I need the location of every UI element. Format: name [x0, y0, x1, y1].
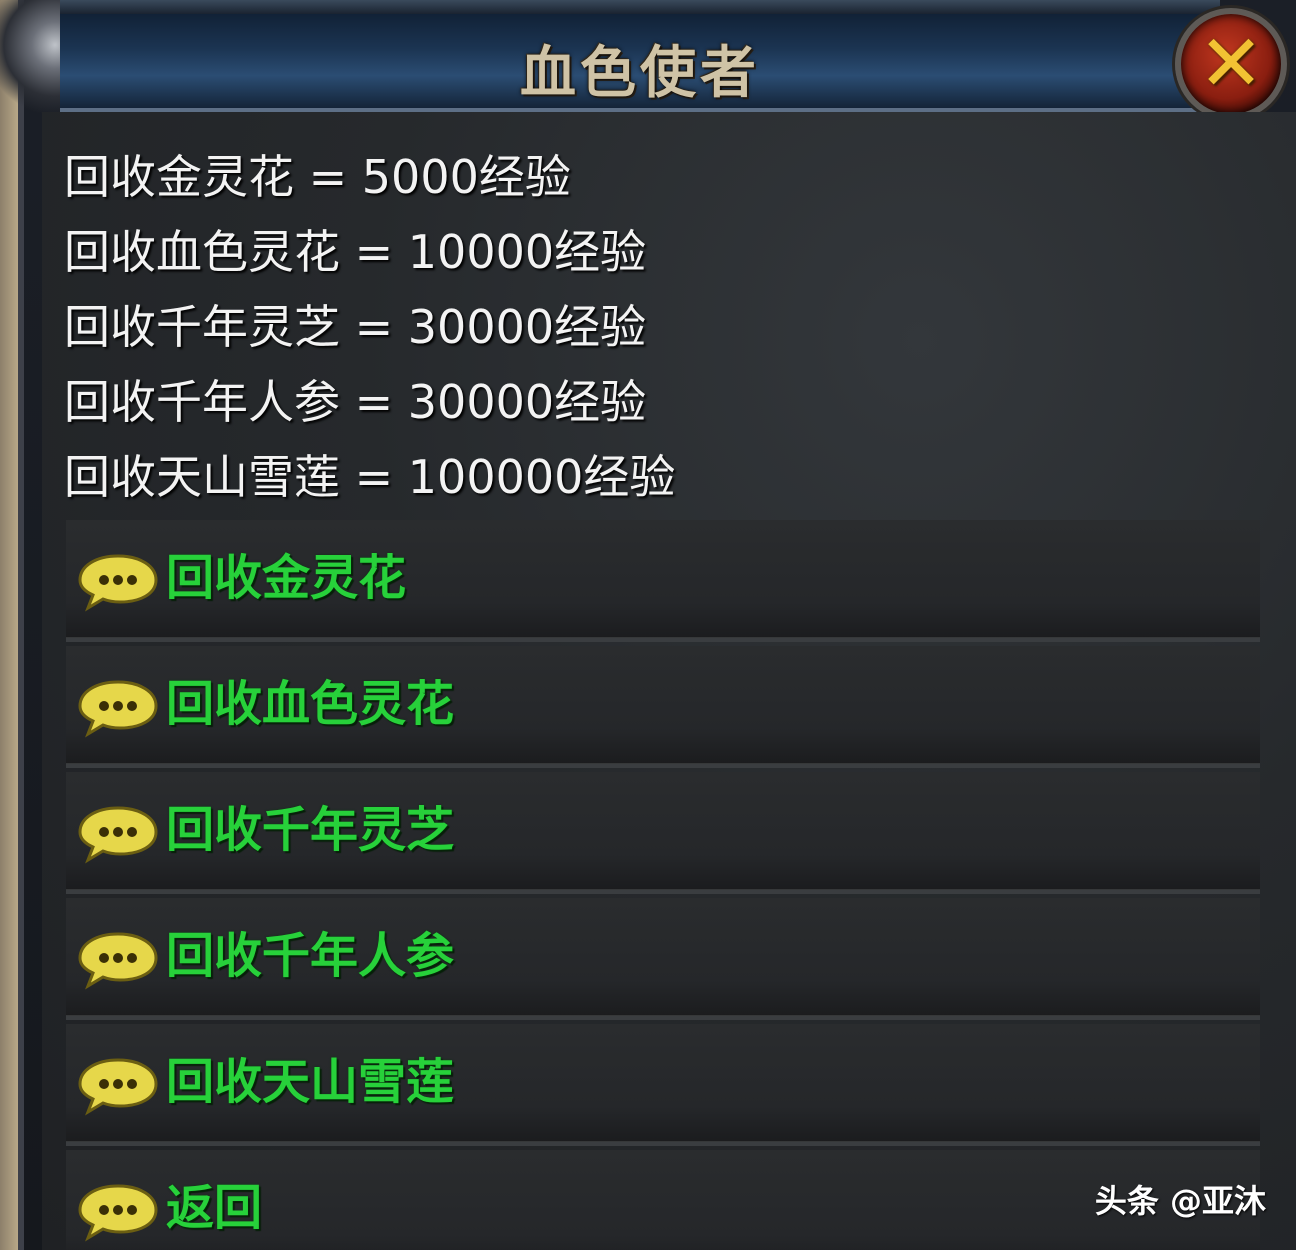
info-line: 回收千年人参 = 30000经验: [64, 375, 647, 429]
dialog-title: 血色使者: [520, 40, 760, 106]
option-recycle-lingzhi[interactable]: 回收千年灵芝: [66, 772, 1260, 894]
info-line: 回收天山雪莲 = 100000经验: [64, 450, 676, 504]
watermark: 头条 @亚沐: [1094, 1182, 1266, 1220]
exchange-rate-list: 回收金灵花 = 5000经验 回收血色灵花 = 10000经验 回收千年灵芝 =…: [64, 140, 675, 515]
option-label: 回收金灵花: [166, 550, 407, 606]
speech-bubble-icon: [78, 554, 158, 612]
speech-bubble-icon: [78, 932, 158, 990]
option-label: 回收天山雪莲: [166, 1054, 455, 1110]
info-line: 回收金灵花 = 5000经验: [64, 150, 571, 204]
info-line: 回收血色灵花 = 10000经验: [64, 225, 647, 279]
speech-bubble-icon: [78, 806, 158, 864]
option-recycle-golden-flower[interactable]: 回收金灵花: [66, 520, 1260, 642]
option-recycle-blood-flower[interactable]: 回收血色灵花: [66, 646, 1260, 768]
option-label: 回收血色灵花: [166, 676, 455, 732]
option-back[interactable]: 返回: [66, 1150, 1260, 1250]
close-button[interactable]: ✕: [1175, 8, 1287, 120]
option-label: 回收千年灵芝: [166, 802, 455, 858]
game-scene: 血色使者 ✕ 回收金灵花 = 5000经验 回收血色灵花 = 10000经验 回…: [0, 0, 1296, 1250]
option-recycle-snow-lotus[interactable]: 回收天山雪莲: [66, 1024, 1260, 1146]
option-label: 回收千年人参: [166, 928, 455, 984]
dialog-body: 回收金灵花 = 5000经验 回收血色灵花 = 10000经验 回收千年灵芝 =…: [42, 112, 1296, 1250]
dialog-header: 血色使者: [60, 0, 1220, 112]
info-line: 回收千年灵芝 = 30000经验: [64, 300, 647, 354]
speech-bubble-icon: [78, 1184, 158, 1242]
option-label: 返回: [166, 1180, 263, 1236]
speech-bubble-icon: [78, 680, 158, 738]
close-x-icon: ✕: [1198, 19, 1264, 109]
option-list: 回收金灵花 回收血色灵花 回收千年灵芝 回收千年人参 回收天山雪莲 返回: [66, 520, 1260, 1250]
option-recycle-ginseng[interactable]: 回收千年人参: [66, 898, 1260, 1020]
speech-bubble-icon: [78, 1058, 158, 1116]
